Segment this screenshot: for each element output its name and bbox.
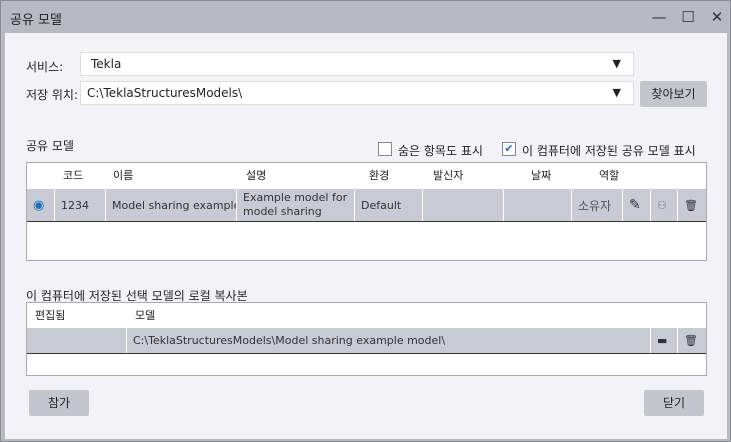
- location-dropdown[interactable]: C:\TeklaStructuresModels\ ▼: [80, 81, 634, 105]
- cell-edited: [27, 328, 127, 353]
- shared-models-label: 공유 모델: [26, 139, 74, 153]
- show-local-label: 이 컴퓨터에 저장된 공유 모델 표시: [522, 144, 696, 158]
- eye-icon[interactable]: ◉: [27, 189, 55, 221]
- show-hidden-checkbox[interactable]: [378, 142, 392, 156]
- location-value: C:\TeklaStructuresModels\: [87, 86, 243, 100]
- cell-model: C:\TeklaStructuresModels\Model sharing e…: [127, 328, 651, 353]
- trash-icon[interactable]: 🗑: [678, 328, 706, 353]
- table-row[interactable]: ◉ 1234 Model sharing example Example mod…: [27, 189, 706, 222]
- chevron-down-icon: ▼: [612, 86, 621, 99]
- cell-date: [504, 189, 572, 221]
- service-label: 서비스:: [26, 60, 64, 74]
- col-sender[interactable]: 발신자: [433, 167, 463, 183]
- local-copies-table: 편집됨 모델 C:\TeklaStructuresModels\Model sh…: [26, 302, 707, 376]
- edit-pencil-icon[interactable]: ✎: [623, 189, 651, 221]
- title-bar: 공유 모델 — ☐ ✕: [1, 1, 730, 33]
- cell-desc: Example model for model sharing: [237, 189, 355, 221]
- window: 공유 모델 — ☐ ✕ 서비스: Tekla ▼ 저장 위치: C:\TeklaS…: [0, 0, 731, 442]
- col-code[interactable]: 코드: [63, 167, 83, 183]
- service-value: Tekla: [91, 57, 122, 71]
- minimize-button[interactable]: —: [649, 7, 669, 27]
- col-name[interactable]: 이름: [113, 167, 133, 183]
- share-users-icon[interactable]: ⚇: [651, 189, 678, 221]
- close-window-button[interactable]: ✕: [707, 7, 727, 27]
- col-date[interactable]: 날짜: [531, 167, 551, 183]
- service-dropdown[interactable]: Tekla ▼: [80, 52, 634, 76]
- trash-icon[interactable]: 🗑: [678, 189, 706, 221]
- cell-sender: [423, 189, 504, 221]
- shared-models-table: 코드 이름 설명 환경 발신자 날짜 역할 ◉ 1234 Model shari…: [26, 162, 707, 261]
- col-edited[interactable]: 편집됨: [35, 307, 65, 323]
- col-desc[interactable]: 설명: [246, 167, 266, 183]
- close-button[interactable]: 닫기: [644, 390, 704, 416]
- join-button[interactable]: 참가: [29, 390, 89, 416]
- location-label: 저장 위치:: [26, 88, 79, 102]
- chevron-down-icon: ▼: [612, 57, 621, 70]
- browse-button[interactable]: 찾아보기: [640, 81, 707, 107]
- cell-role: 소유자: [572, 189, 623, 221]
- folder-icon[interactable]: ▬: [651, 328, 678, 353]
- cell-name: Model sharing example: [106, 189, 237, 221]
- table-row[interactable]: C:\TeklaStructuresModels\Model sharing e…: [27, 328, 706, 354]
- col-model[interactable]: 모델: [135, 307, 155, 323]
- show-local-checkbox[interactable]: ✔: [502, 142, 516, 156]
- maximize-button[interactable]: ☐: [678, 7, 698, 27]
- cell-env: Default: [355, 189, 423, 221]
- col-role[interactable]: 역할: [599, 167, 619, 183]
- cell-code: 1234: [55, 189, 106, 221]
- col-env[interactable]: 환경: [369, 167, 389, 183]
- window-title: 공유 모델: [10, 13, 62, 28]
- dialog-body: 서비스: Tekla ▼ 저장 위치: C:\TeklaStructuresMod…: [5, 33, 727, 439]
- show-hidden-label: 숨은 항목도 표시: [398, 144, 483, 158]
